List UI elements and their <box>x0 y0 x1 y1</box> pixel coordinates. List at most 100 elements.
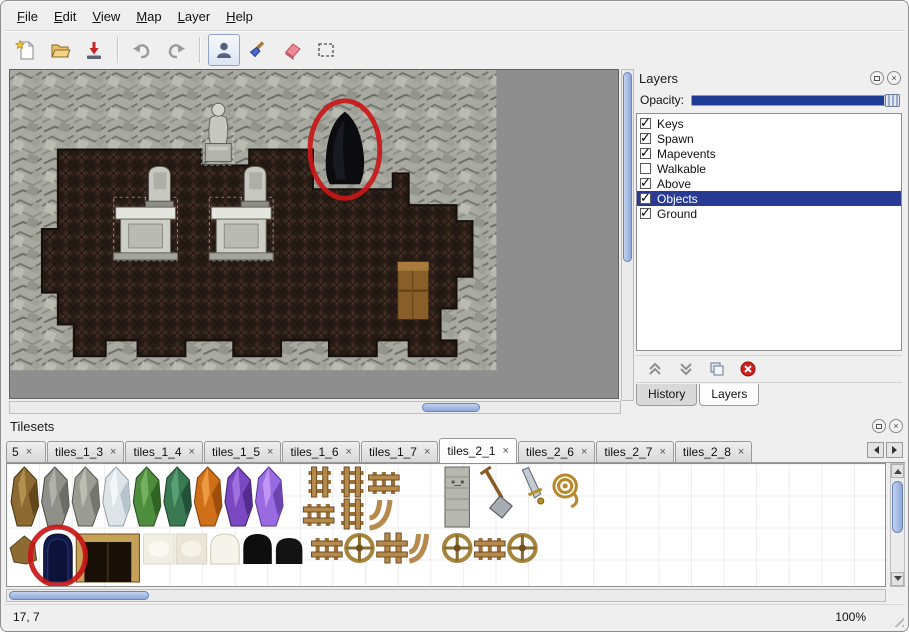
dock-tab[interactable]: History <box>636 384 697 406</box>
layer-row[interactable]: Ground <box>637 206 901 221</box>
layer-visibility-checkbox[interactable] <box>640 208 651 219</box>
tab-scroll-right-button[interactable] <box>886 442 903 458</box>
toolbar-separator <box>199 37 201 63</box>
open-file-button[interactable] <box>44 34 76 66</box>
tileset-vertical-scrollbar[interactable] <box>890 463 905 587</box>
tileset-tab[interactable]: tiles_1_6 × <box>282 441 359 462</box>
tileset-tab[interactable]: tiles_2_6 × <box>518 441 595 462</box>
layer-row[interactable]: Objects <box>637 191 901 206</box>
dock-float-button[interactable] <box>870 71 884 85</box>
layer-visibility-checkbox[interactable] <box>640 148 651 159</box>
opacity-label: Opacity: <box>636 93 691 107</box>
tileset-horizontal-scrollbar[interactable] <box>6 589 886 602</box>
opacity-slider-handle[interactable] <box>885 94 900 107</box>
tab-close-icon[interactable]: × <box>502 446 508 457</box>
layer-name: Walkable <box>657 162 706 176</box>
new-file-button[interactable] <box>10 34 42 66</box>
eraser-tool-button[interactable] <box>276 34 308 66</box>
fill-tool-button[interactable] <box>242 34 274 66</box>
menu-item[interactable]: View <box>84 6 128 27</box>
layer-delete-button[interactable] <box>739 360 757 378</box>
layer-visibility-checkbox[interactable] <box>640 163 651 174</box>
save-file-button[interactable] <box>78 34 110 66</box>
dock-tab[interactable]: Layers <box>699 384 759 406</box>
layer-row[interactable]: Spawn <box>637 131 901 146</box>
tileset-tab[interactable]: tiles_1_5 × <box>204 441 281 462</box>
tileset-tab[interactable]: tiles_2_8 × <box>675 441 752 462</box>
redo-button[interactable] <box>160 34 192 66</box>
menu-item[interactable]: File <box>9 6 46 27</box>
app-window: File Edit View Map Layer Help <box>0 0 909 632</box>
tab-close-icon[interactable]: × <box>267 447 273 458</box>
map-horizontal-scrollbar[interactable] <box>9 401 621 414</box>
tileset-tab[interactable]: tiles_2_1 × <box>439 438 516 463</box>
right-arrow-icon <box>892 446 901 454</box>
down-arrow-icon <box>894 576 902 585</box>
layer-visibility-checkbox[interactable] <box>640 193 651 204</box>
stamp-tool-button[interactable] <box>208 34 240 66</box>
save-icon <box>83 39 105 61</box>
layer-row[interactable]: Walkable <box>637 161 901 176</box>
map-hscroll-handle[interactable] <box>422 403 480 412</box>
layer-lower-button[interactable] <box>677 360 695 378</box>
map-vscroll-handle[interactable] <box>623 72 632 262</box>
layer-row[interactable]: Above <box>637 176 901 191</box>
dock-close-button[interactable]: × <box>889 419 903 433</box>
map-viewport[interactable] <box>9 69 619 399</box>
tab-close-icon[interactable]: × <box>110 447 116 458</box>
tileset-tab-label: tiles_1_5 <box>212 445 260 459</box>
layer-row[interactable]: Keys <box>637 116 901 131</box>
layer-list[interactable]: Keys Spawn Mapevents Walkable <box>636 113 902 351</box>
tab-close-icon[interactable]: × <box>738 447 744 458</box>
menu-item[interactable]: Layer <box>170 6 219 27</box>
redo-icon <box>165 39 187 61</box>
tileset-tab[interactable]: tiles_2_7 × <box>596 441 673 462</box>
tileset-tab[interactable]: 5 × <box>6 441 46 462</box>
scroll-up-button[interactable] <box>891 464 904 478</box>
dock-tab-bar: History Layers <box>636 384 761 408</box>
opacity-slider[interactable] <box>691 95 900 106</box>
tab-close-icon[interactable]: × <box>424 447 430 458</box>
tab-close-icon[interactable]: × <box>659 447 665 458</box>
tab-close-icon[interactable]: × <box>189 447 195 458</box>
up-arrow-icon <box>894 465 902 474</box>
dock-close-button[interactable]: × <box>887 71 901 85</box>
layer-row[interactable]: Mapevents <box>637 146 901 161</box>
pillar-tile <box>445 467 469 527</box>
tileset-tab[interactable]: tiles_1_4 × <box>125 441 202 462</box>
layers-dock-title: Layers <box>634 71 678 86</box>
map-vertical-scrollbar[interactable] <box>621 69 634 401</box>
tileset-hscroll-handle[interactable] <box>9 591 149 600</box>
tileset-vscroll-handle[interactable] <box>892 481 903 533</box>
toolbar <box>5 32 904 68</box>
menu-item[interactable]: Map <box>128 6 169 27</box>
opacity-row: Opacity: <box>636 91 902 109</box>
layer-visibility-checkbox[interactable] <box>640 178 651 189</box>
layer-visibility-checkbox[interactable] <box>640 118 651 129</box>
layer-visibility-checkbox[interactable] <box>640 133 651 144</box>
editor-window: File Edit View Map Layer Help <box>0 0 909 632</box>
scroll-down-button[interactable] <box>891 572 904 586</box>
lower-chevrons-icon <box>678 361 694 377</box>
map-canvas[interactable] <box>10 70 618 398</box>
cursor-coordinates: 17, 7 <box>13 610 40 624</box>
layer-name: Spawn <box>657 132 694 146</box>
tab-close-icon[interactable]: × <box>346 447 352 458</box>
tab-close-icon[interactable]: × <box>26 447 32 458</box>
close-icon: × <box>893 422 898 431</box>
undo-button[interactable] <box>126 34 158 66</box>
tileset-tab-label: tiles_1_6 <box>290 445 338 459</box>
tileset-viewport[interactable] <box>6 463 886 587</box>
tab-close-icon[interactable]: × <box>581 447 587 458</box>
layer-duplicate-button[interactable] <box>708 360 726 378</box>
tileset-canvas[interactable] <box>7 464 885 586</box>
dock-float-button[interactable] <box>872 419 886 433</box>
layer-raise-button[interactable] <box>646 360 664 378</box>
tileset-tab[interactable]: tiles_1_7 × <box>361 441 438 462</box>
menu-item[interactable]: Help <box>218 6 261 27</box>
layer-name: Objects <box>657 192 698 206</box>
tab-scroll-left-button[interactable] <box>867 442 884 458</box>
menu-item[interactable]: Edit <box>46 6 84 27</box>
tileset-tab[interactable]: tiles_1_3 × <box>47 441 124 462</box>
select-tool-button[interactable] <box>310 34 342 66</box>
